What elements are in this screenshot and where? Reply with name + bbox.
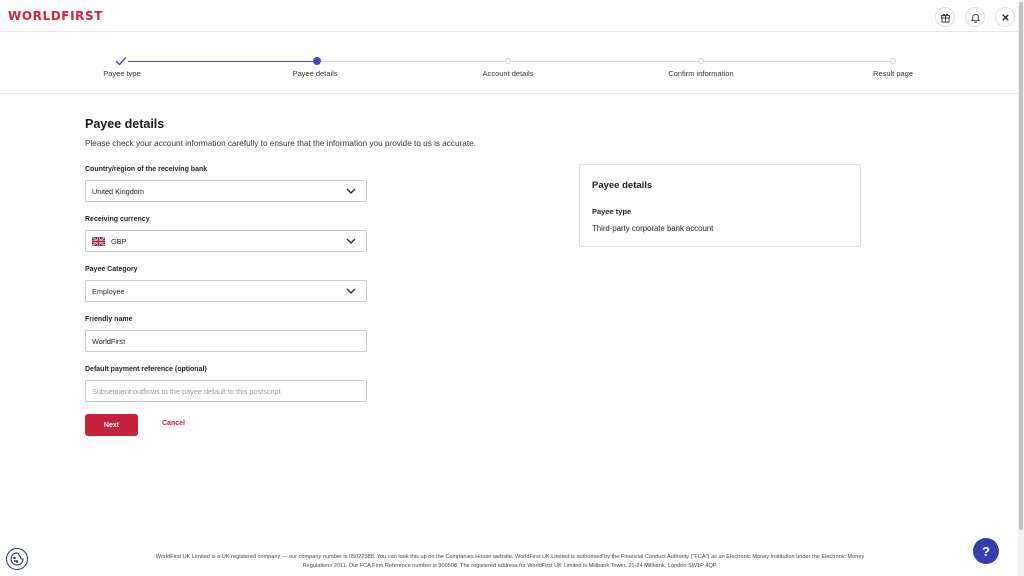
gift-icon [940,13,950,23]
payee-category-select[interactable]: Employee [85,280,367,302]
summary-payee-type-value: Third-party corporate bank account [592,224,714,233]
stepper-line-upcoming [321,61,893,62]
payee-category-select-value: Employee [92,286,125,296]
step-upcoming-dot [505,58,511,64]
bell-icon [970,13,980,23]
uk-flag-icon [92,236,105,246]
page-scrollbar[interactable] [1018,0,1024,576]
step-upcoming-dot [890,58,896,64]
cookie-icon [10,552,24,566]
step-completed-check-icon [115,57,127,66]
page-subtitle: Please check your account information ca… [85,139,476,148]
stepper-line-completed [128,61,313,62]
help-button[interactable]: ? [973,538,999,564]
step-upcoming-dot [698,58,704,64]
cookie-settings-button[interactable] [6,548,28,570]
next-button[interactable]: Next [85,414,138,436]
step-label-payee-details: Payee details [292,69,338,78]
chevron-down-icon [346,188,356,194]
payment-reference-label: Default payment reference (optional) [85,366,207,373]
summary-title: Payee details [592,180,653,191]
step-label-account-details: Account details [482,69,534,78]
scrollbar-thumb[interactable] [1019,2,1023,530]
country-label: Country/region of the receiving bank [85,166,208,173]
progress-stepper: Payee type Payee details Account details… [0,32,1018,94]
close-button[interactable] [995,7,1015,27]
top-bar: WORLDFIRST [0,0,1018,32]
step-label-result-page: Result page [872,69,914,78]
chevron-down-icon [346,238,356,244]
currency-select-value: GBP [111,236,127,246]
step-label-confirm-information: Confirm information [668,69,734,78]
legal-footer: WorldFirst UK Limited is a UK registered… [80,553,940,571]
notifications-button[interactable] [965,7,985,27]
friendly-name-input[interactable]: WorldFirst [85,330,367,352]
close-icon [1001,13,1009,21]
page-title: Payee details [85,117,165,131]
step-label-payee-type: Payee type [103,69,141,78]
gift-button[interactable] [935,7,955,27]
payment-reference-placeholder: Subsequent outflows to the payee default… [92,386,281,396]
worldfirst-logo[interactable]: WORLDFIRST [8,9,103,23]
currency-label: Receiving currency [85,216,150,223]
friendly-name-value: WorldFirst [92,336,126,346]
cancel-button[interactable]: Cancel [162,420,185,427]
footer-line-1: WorldFirst UK Limited is a UK registered… [155,554,865,560]
summary-payee-type-label: Payee type [592,207,632,216]
friendly-name-label: Friendly name [85,316,133,323]
country-select[interactable]: United Kingdom [85,180,367,202]
payment-reference-input[interactable]: Subsequent outflows to the payee default… [85,380,367,402]
payee-summary-card: Payee details Payee type Third-party cor… [579,164,861,247]
chevron-down-icon [346,288,356,294]
payee-category-label: Payee Category [85,266,138,273]
country-select-value: United Kingdom [92,186,144,196]
currency-select[interactable]: GBP [85,230,367,252]
step-current-dot [313,57,321,65]
footer-line-2: Regulations 2011. Our FCA Firm Reference… [302,563,718,569]
